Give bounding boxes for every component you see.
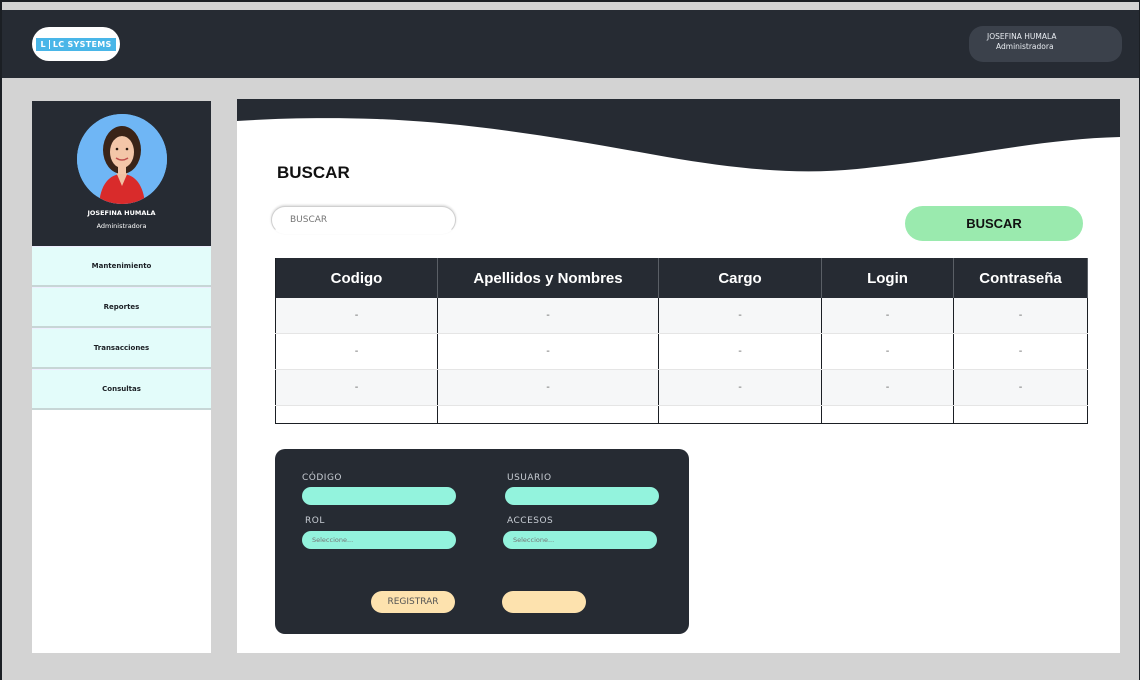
usuario-label: USUARIO [507,473,552,483]
search-input[interactable] [271,206,456,234]
sidebar-item-consultas[interactable]: Consultas [32,369,211,410]
register-button[interactable]: REGISTRAR [371,591,455,613]
table-cell [275,406,438,423]
table-cell: - [822,334,954,369]
table-row[interactable]: - - - - - [275,370,1088,406]
logo[interactable]: L LC SYSTEMS [32,27,120,61]
user-form: CÓDIGO USUARIO ROL ACCESOS REGISTRAR [275,449,689,634]
sidebar-user-role: Administradora [96,222,147,230]
user-chip[interactable]: JOSEFINA HUMALA Administradora [969,26,1122,62]
table-cell: - [438,334,659,369]
table-cell: - [275,334,438,369]
rol-select[interactable] [302,531,456,549]
avatar-portrait-icon [77,114,167,204]
table-cell [659,406,822,423]
column-header-cargo[interactable]: Cargo [659,258,822,298]
table-cell: - [822,298,954,333]
rol-label: ROL [305,516,325,526]
header-wave [237,99,1120,172]
table-cell: - [659,370,822,405]
user-chip-role: Administradora [996,42,1054,51]
main-panel: BUSCAR BUSCAR Codigo Apellidos y Nombres… [237,99,1120,653]
logo-letter: L [40,39,50,49]
sidebar: JOSEFINA HUMALA Administradora Mantenimi… [32,101,211,653]
sidebar-menu: Mantenimiento Reportes Transacciones Con… [32,246,211,410]
codigo-field[interactable] [302,487,456,505]
table-row-empty [275,406,1088,424]
table-header: Codigo Apellidos y Nombres Cargo Login C… [275,258,1088,298]
sidebar-item-transacciones[interactable]: Transacciones [32,328,211,369]
secondary-button[interactable] [502,591,586,613]
logo-mark: L LC SYSTEMS [36,37,116,51]
avatar [77,114,167,204]
column-header-nombres[interactable]: Apellidos y Nombres [438,258,659,298]
search-button[interactable]: BUSCAR [905,206,1083,241]
column-header-codigo[interactable]: Codigo [275,258,438,298]
table-cell: - [438,370,659,405]
table-cell: - [954,334,1088,369]
table-cell [954,406,1088,423]
top-bar: L LC SYSTEMS JOSEFINA HUMALA Administrad… [2,10,1139,78]
results-table: Codigo Apellidos y Nombres Cargo Login C… [275,258,1088,424]
column-header-login[interactable]: Login [822,258,954,298]
sidebar-item-mantenimiento[interactable]: Mantenimiento [32,246,211,287]
accesos-select[interactable] [503,531,657,549]
table-cell: - [438,298,659,333]
table-cell: - [822,370,954,405]
table-cell: - [659,334,822,369]
page-title: BUSCAR [277,163,350,182]
sidebar-profile: JOSEFINA HUMALA Administradora [32,101,211,246]
usuario-field[interactable] [505,487,659,505]
table-cell: - [954,298,1088,333]
logo-text: LC SYSTEMS [52,39,112,49]
sidebar-user-name: JOSEFINA HUMALA [87,209,156,217]
table-cell: - [275,370,438,405]
table-cell: - [275,298,438,333]
column-header-contrasena[interactable]: Contraseña [954,258,1088,298]
codigo-label: CÓDIGO [302,473,343,483]
user-chip-name: JOSEFINA HUMALA [987,32,1057,41]
table-row[interactable]: - - - - - [275,334,1088,370]
sidebar-item-reportes[interactable]: Reportes [32,287,211,328]
table-cell: - [659,298,822,333]
accesos-label: ACCESOS [507,516,554,526]
table-row[interactable]: - - - - - [275,298,1088,334]
table-cell: - [954,370,1088,405]
table-cell [438,406,659,423]
table-cell [822,406,954,423]
